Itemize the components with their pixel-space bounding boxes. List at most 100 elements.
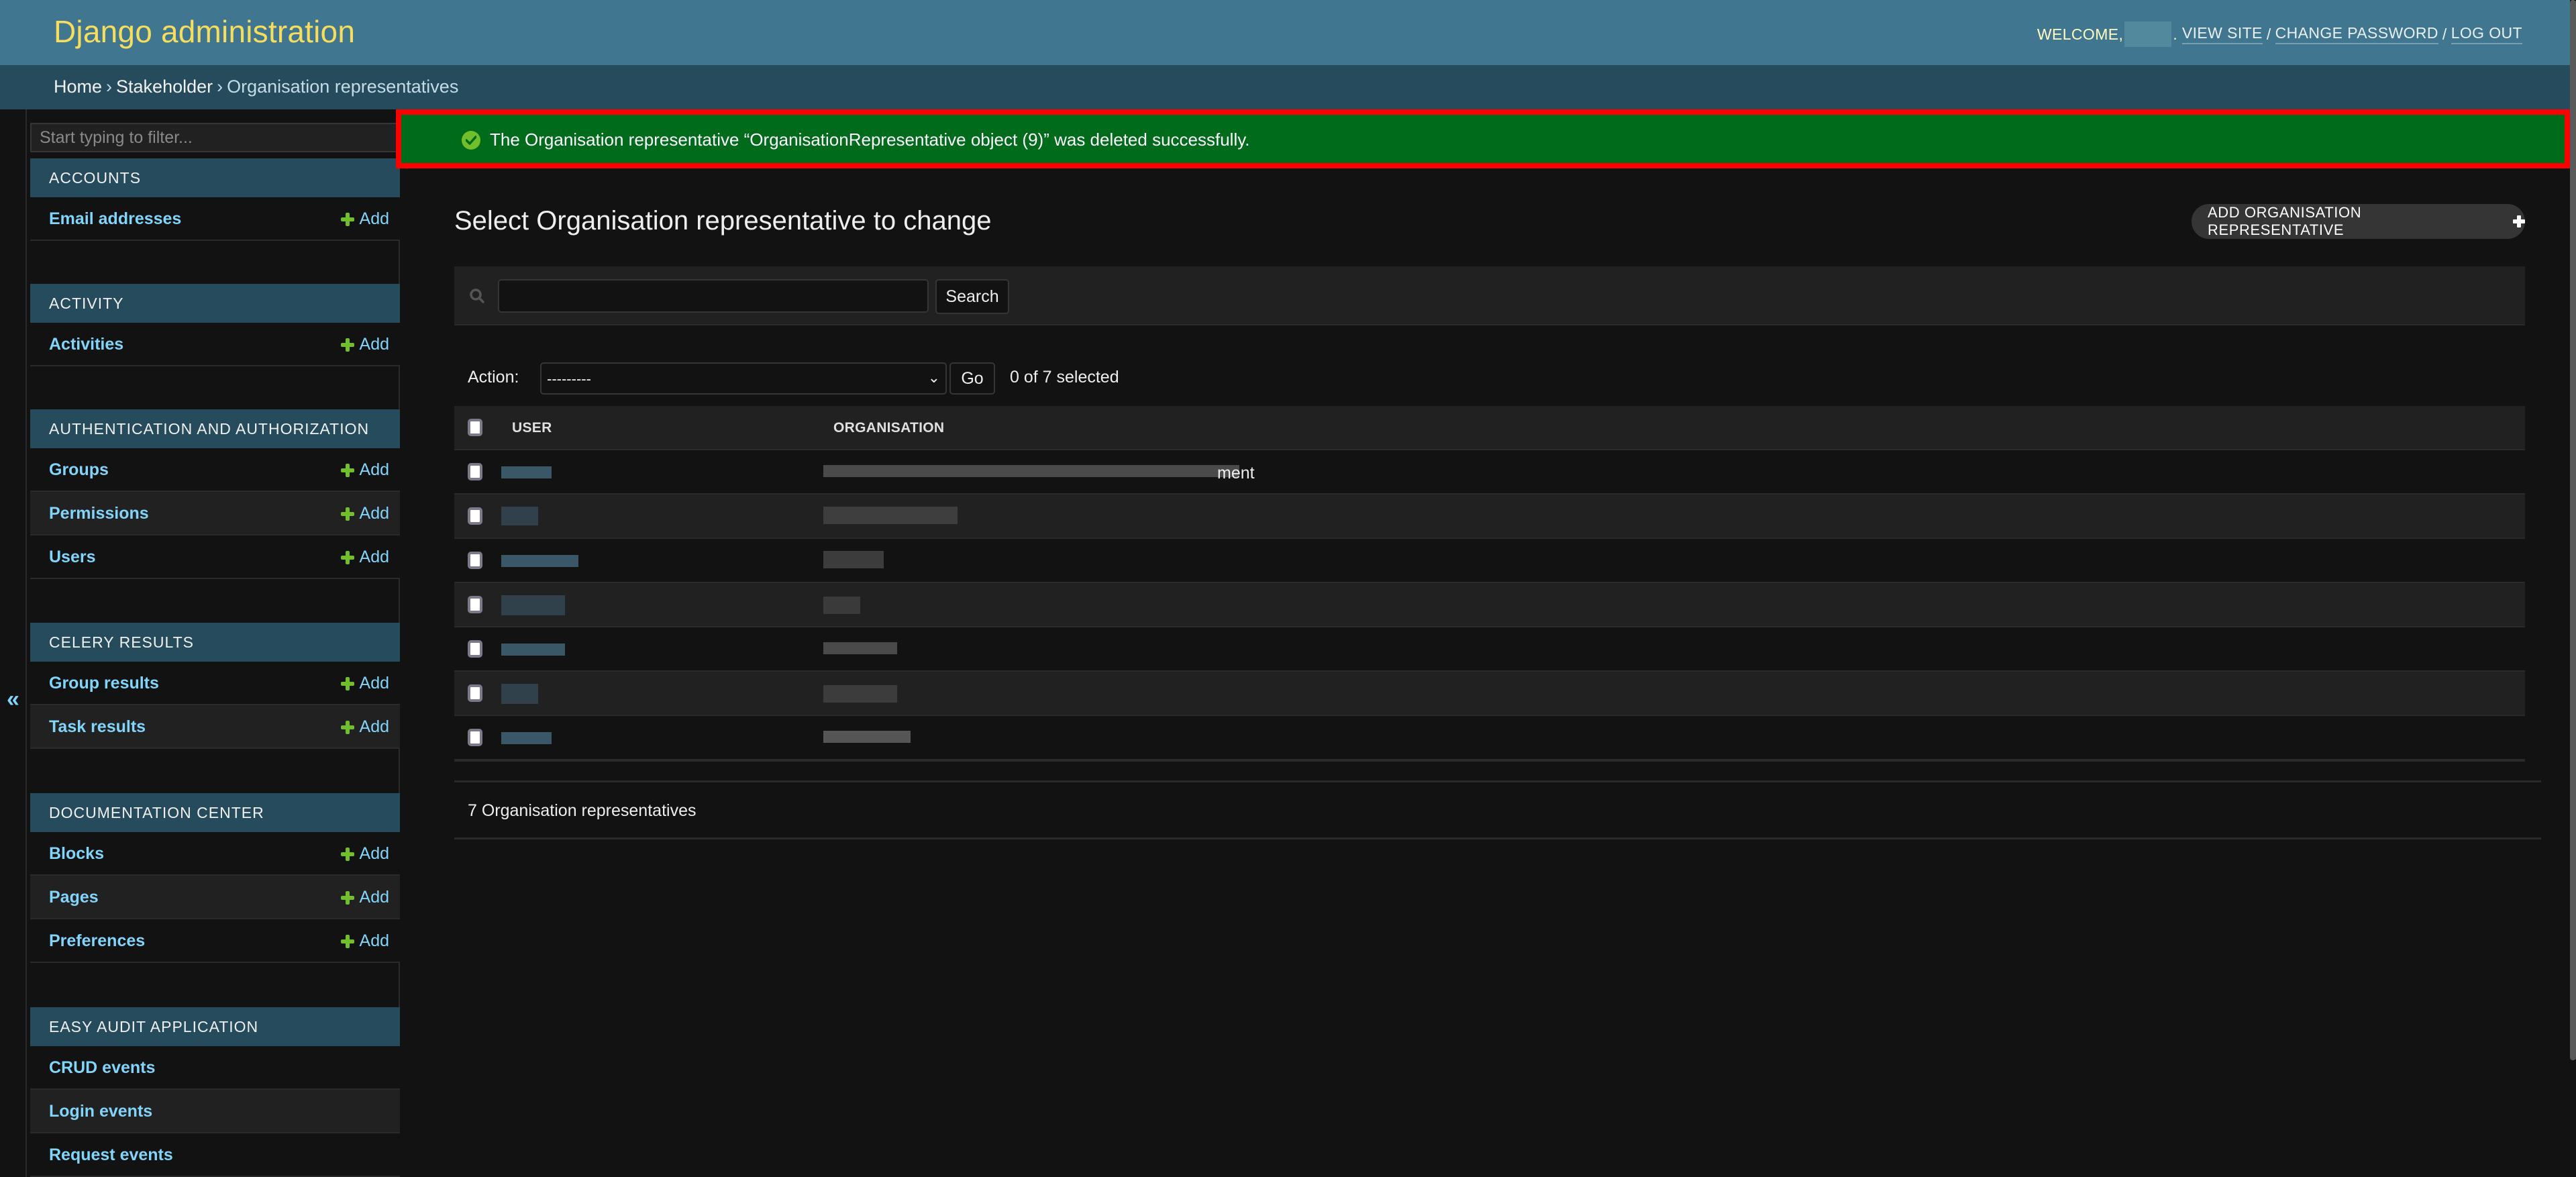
module-activity: ACTIVITY Activities Add [30,284,400,366]
plus-icon [340,550,354,564]
column-header-user[interactable]: USER [512,420,552,436]
row-checkbox[interactable] [468,729,482,746]
sidebar-item-activities: Activities Add [30,323,400,366]
user-link-redacted[interactable] [501,466,552,478]
add-link[interactable]: Add [340,888,389,907]
module-caption[interactable]: DOCUMENTATION CENTER [30,793,400,832]
model-link[interactable]: Group results [49,674,159,693]
sidebar-item-login-events: Login events [30,1090,400,1133]
plus-icon [340,934,354,948]
add-link[interactable]: Add [340,548,389,567]
user-link-redacted[interactable] [501,684,538,704]
chevron-down-icon: ⌄ [927,369,940,386]
change-password-link[interactable]: CHANGE PASSWORD [2275,24,2438,44]
sidebar-item-groups: Groups Add [30,448,400,492]
add-button-label: ADD ORGANISATION REPRESENTATIVE [2208,204,2362,238]
model-link[interactable]: Email addresses [49,209,181,229]
log-out-link[interactable]: LOG OUT [2451,24,2522,44]
table-row [454,670,2525,715]
user-link-redacted[interactable] [501,644,565,656]
module-caption[interactable]: AUTHENTICATION AND AUTHORIZATION [30,409,400,448]
model-link[interactable]: Preferences [49,931,145,951]
breadcrumb-separator: › [106,76,113,97]
sidebar-item-permissions: Permissions Add [30,492,400,535]
module-documentation-center: DOCUMENTATION CENTER Blocks Add Pages Ad… [30,793,400,963]
plus-icon [340,338,354,352]
check-circle-icon [462,131,480,150]
table-row [454,493,2525,538]
table-header: USER ORGANISATION [454,406,2525,449]
add-label: Add [359,548,389,566]
breadcrumb-stakeholder[interactable]: Stakeholder [116,76,213,97]
plus-icon [340,463,354,477]
model-link[interactable]: CRUD events [49,1058,155,1078]
module-caption[interactable]: CELERY RESULTS [30,623,400,662]
site-title[interactable]: Django administration [54,13,355,50]
row-checkbox[interactable] [468,640,482,658]
add-label: Add [359,209,389,228]
row-checkbox[interactable] [468,684,482,702]
add-link[interactable]: Add [340,674,389,693]
user-link-redacted[interactable] [501,555,578,567]
plus-icon [340,847,354,861]
user-link-redacted[interactable] [501,595,565,615]
action-select[interactable]: --------- ⌄ [540,362,947,395]
link-separator: / [2442,25,2447,43]
user-link-redacted[interactable] [501,732,552,744]
breadcrumb-home[interactable]: Home [54,76,102,97]
model-link[interactable]: Login events [49,1102,152,1121]
add-link[interactable]: Add [340,335,389,354]
selection-counter: 0 of 7 selected [1010,368,1119,387]
success-message: The Organisation representative “Organis… [396,109,2570,168]
table-row [454,715,2525,759]
module-celery-results: CELERY RESULTS Group results Add Task re… [30,623,400,749]
sidebar-item-blocks: Blocks Add [30,832,400,876]
row-checkbox[interactable] [468,507,482,525]
view-site-link[interactable]: VIEW SITE [2181,24,2263,44]
module-easy-audit: EASY AUDIT APPLICATION CRUD events Login… [30,1007,400,1177]
search-input[interactable] [498,279,929,313]
organisation-redacted [823,597,860,614]
module-caption[interactable]: EASY AUDIT APPLICATION [30,1007,400,1046]
page-title: Select Organisation representative to ch… [454,206,992,236]
user-link-redacted[interactable] [501,507,538,525]
add-link[interactable]: Add [340,460,389,480]
go-button[interactable]: Go [949,362,995,395]
add-link[interactable]: Add [340,717,389,737]
breadcrumb-current: Organisation representatives [227,76,459,97]
add-link[interactable]: Add [340,209,389,229]
add-link[interactable]: Add [340,504,389,523]
model-link[interactable]: Groups [49,460,109,480]
model-link[interactable]: Pages [49,888,99,907]
action-label: Action: [468,368,519,387]
model-link[interactable]: Request events [49,1145,173,1165]
module-caption[interactable]: ACCOUNTS [30,158,400,197]
select-all-checkbox[interactable] [468,419,482,436]
add-organisation-representative-button[interactable]: ADD ORGANISATION REPRESENTATIVE [2192,204,2525,239]
row-checkbox[interactable] [468,552,482,569]
organisation-visible-tail: ment [1217,464,1255,482]
plus-icon [2513,215,2525,227]
scrollbar-thumb[interactable] [2570,0,2576,1060]
welcome-label: WELCOME, [2037,25,2124,43]
add-link[interactable]: Add [340,844,389,864]
message-text: The Organisation representative “Organis… [490,130,1250,150]
column-header-organisation[interactable]: ORGANISATION [833,420,944,436]
add-link[interactable]: Add [340,931,389,951]
model-link[interactable]: Task results [49,717,146,737]
model-link[interactable]: Users [49,548,96,567]
module-caption[interactable]: ACTIVITY [30,284,400,323]
model-link[interactable]: Permissions [49,504,149,523]
model-link[interactable]: Blocks [49,844,104,864]
model-link[interactable]: Activities [49,335,123,354]
row-checkbox[interactable] [468,596,482,613]
row-checkbox[interactable] [468,463,482,480]
toggle-sidebar-button[interactable]: « [0,109,27,1177]
organisation-redacted [823,551,884,568]
sidebar-filter-input[interactable] [30,123,399,152]
organisation-redacted [823,507,958,524]
table-bottom-border [454,759,2525,762]
search-icon [470,289,484,303]
page-scrollbar[interactable] [2570,0,2576,1177]
search-button[interactable]: Search [935,279,1009,314]
